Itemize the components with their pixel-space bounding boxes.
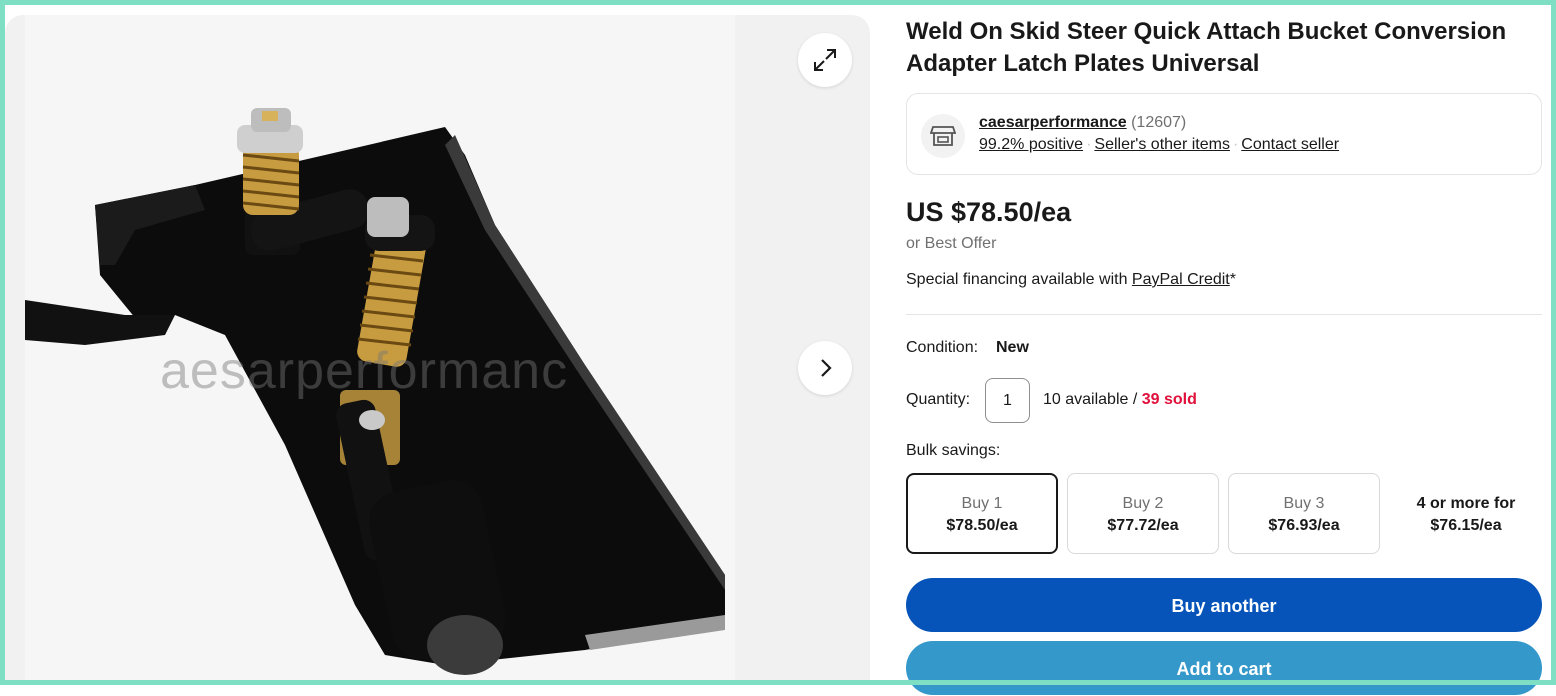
bulk-option-buy-1[interactable]: Buy 1 $78.50/ea: [906, 473, 1058, 554]
expand-image-button[interactable]: [798, 33, 852, 87]
bulk-savings-label: Bulk savings:: [906, 442, 1001, 459]
separator-dot: ·: [1232, 136, 1239, 153]
bulk-more-qty: 4 or more for: [1416, 495, 1516, 512]
bulk-option-qty: Buy 2: [1122, 495, 1164, 512]
feedback-count: (12607): [1131, 114, 1187, 131]
image-gallery: aesarperformanc: [5, 15, 870, 685]
bulk-option-qty: Buy 1: [961, 495, 1003, 512]
seller-links: 99.2% positive · Seller's other items · Cont…: [979, 136, 1339, 154]
item-price: US $78.50/ea: [906, 197, 1072, 227]
financing-text: Special financing available with PayPal …: [906, 271, 1236, 289]
bulk-option-price: $77.72/ea: [1107, 517, 1179, 534]
listing-title: Weld On Skid Steer Quick Attach Bucket C…: [906, 18, 1507, 77]
available-count: 10 available /: [1043, 391, 1142, 408]
seller-name-line: caesarperformance (12607): [979, 114, 1186, 132]
separator-dot: ·: [1086, 136, 1092, 153]
condition-value: New: [996, 339, 1029, 356]
seller-card: caesarperformance (12607) 99.2% positive…: [906, 93, 1542, 175]
bulk-option-qty: Buy 3: [1283, 495, 1325, 512]
positive-feedback-link[interactable]: 99.2% positive: [979, 136, 1083, 153]
bulk-more-price: $76.15/ea: [1430, 517, 1502, 534]
listing-details: Weld On Skid Steer Quick Attach Bucket C…: [906, 0, 1542, 695]
bulk-option-price: $78.50/ea: [946, 517, 1018, 534]
quantity-label: Quantity:: [906, 391, 971, 408]
buy-another-button[interactable]: Buy another: [906, 578, 1542, 632]
divider: [906, 314, 1542, 315]
sellers-other-items-link[interactable]: Seller's other items: [1094, 136, 1230, 153]
financing-label: Special financing available with: [906, 271, 1132, 288]
expand-icon: [814, 49, 836, 71]
watermark-text: aesarperformanc: [160, 342, 569, 400]
availability: 10 available / 39 sold: [1043, 391, 1197, 409]
next-image-button[interactable]: [798, 341, 852, 395]
financing-asterisk: *: [1229, 271, 1236, 288]
seller-name-link[interactable]: caesarperformance: [979, 114, 1127, 131]
chevron-right-icon: [821, 359, 832, 377]
paypal-credit-link[interactable]: PayPal Credit: [1132, 271, 1230, 288]
upper-spring: [237, 108, 303, 215]
quantity-input[interactable]: [985, 378, 1030, 423]
condition-label: Condition:: [906, 339, 979, 356]
bulk-option-4-or-more[interactable]: 4 or more for $76.15/ea: [1394, 493, 1538, 537]
contact-seller-link[interactable]: Contact seller: [1241, 136, 1339, 153]
best-offer-text: or Best Offer: [906, 235, 997, 252]
store-icon[interactable]: [921, 114, 965, 158]
bulk-option-buy-3[interactable]: Buy 3 $76.93/ea: [1228, 473, 1380, 554]
sold-count: 39 sold: [1141, 391, 1197, 408]
add-to-cart-button[interactable]: Add to cart: [906, 641, 1542, 695]
product-image[interactable]: aesarperformanc: [25, 15, 735, 685]
bulk-option-buy-2[interactable]: Buy 2 $77.72/ea: [1067, 473, 1219, 554]
bulk-option-price: $76.93/ea: [1268, 517, 1340, 534]
